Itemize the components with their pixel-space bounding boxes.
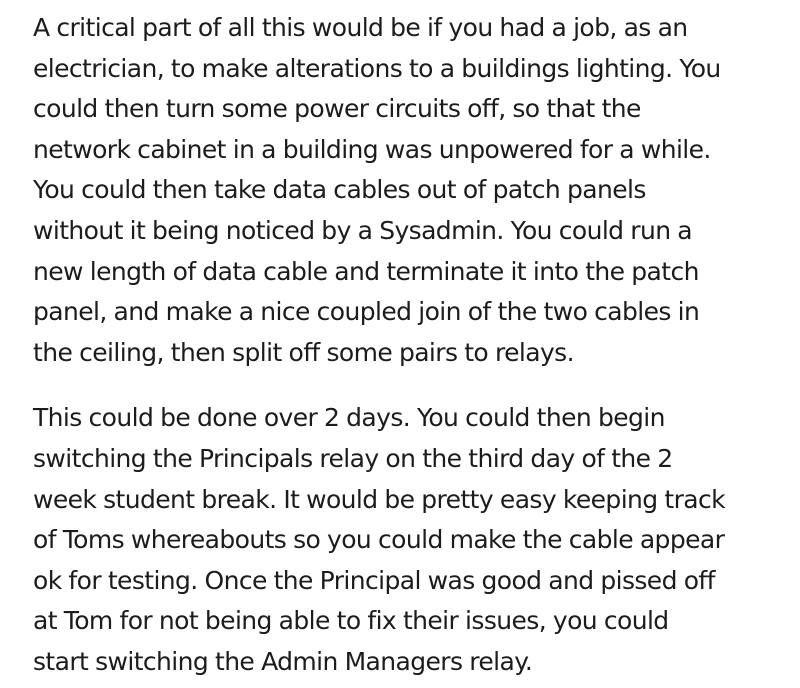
- text-line: could then turn some power circuits off,…: [33, 94, 641, 124]
- text-line: without it being noticed by a Sysadmin. …: [33, 215, 693, 245]
- text-line: at Tom for not being able to fix their i…: [33, 606, 669, 636]
- comment-body: A critical part of all this would be if …: [0, 0, 800, 688]
- text-line: week student break. It would be pretty e…: [33, 484, 726, 514]
- paragraph-2: This could be done over 2 days. You coul…: [33, 398, 776, 682]
- text-line: the ceiling, then split off some pairs t…: [33, 337, 575, 367]
- text-line: This could be done over 2 days. You coul…: [33, 403, 665, 433]
- text-line: start switching the Admin Managers relay…: [33, 646, 533, 676]
- text-line: switching the Principals relay on the th…: [33, 443, 673, 473]
- paragraph-1: A critical part of all this would be if …: [33, 8, 776, 373]
- text-line: electrician, to make alterations to a bu…: [33, 53, 721, 83]
- text-line: new length of data cable and terminate i…: [33, 256, 699, 286]
- text-line: network cabinet in a building was unpowe…: [33, 134, 711, 164]
- text-line: A critical part of all this would be if …: [33, 13, 688, 42]
- text-line: panel, and make a nice coupled join of t…: [33, 297, 700, 327]
- text-line: of Toms whereabouts so you could make th…: [33, 525, 725, 555]
- text-line: ok for testing. Once the Principal was g…: [33, 565, 715, 595]
- text-line: You could then take data cables out of p…: [33, 175, 646, 205]
